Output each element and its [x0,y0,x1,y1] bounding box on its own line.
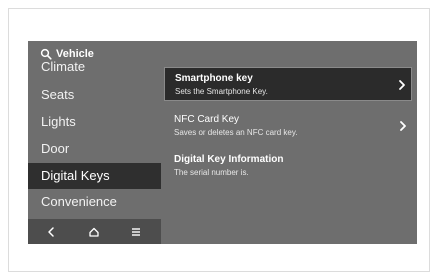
sidebar-item-convenience[interactable]: Convenience [28,189,161,215]
menu-item-subtitle: Saves or deletes an NFC card key. [174,128,298,137]
menu-item-title: Smartphone key [175,73,253,84]
chevron-right-icon [399,80,405,90]
menu-item-subtitle: The serial number is. [174,168,249,177]
sidebar-item-label: Digital Keys [41,168,110,183]
menu-item-title: Digital Key Information [174,154,284,165]
menu-item-title: NFC Card Key [174,114,240,125]
sidebar-item-label: Climate [41,61,86,74]
bottom-nav-bar [28,219,161,244]
sidebar-item-label: Lights [41,114,76,129]
sidebar-item-digital-keys[interactable]: Digital Keys [28,163,161,189]
sidebar-item-label: Door [41,141,70,156]
back-icon[interactable] [44,225,58,239]
page-title: Vehicle [56,48,94,60]
menu-item-smartphone-key[interactable]: Smartphone key Sets the Smartphone Key. [164,67,412,101]
main-panel: Smartphone key Sets the Smartphone Key. … [164,67,414,227]
sidebar-item-door[interactable]: Door [28,136,161,162]
chevron-right-icon [400,121,406,131]
infotainment-screen: Vehicle Climate Seats Lights Door Digita… [28,41,417,244]
sidebar-item-seats[interactable]: Seats [28,82,161,108]
menu-item-nfc-card-key[interactable]: NFC Card Key Saves or deletes an NFC car… [164,109,412,143]
sidebar-item-lights[interactable]: Lights [28,109,161,135]
sidebar-item-label: Seats [41,87,75,102]
sidebar-item-label: Convenience [41,194,117,209]
menu-item-digital-key-information[interactable]: Digital Key Information The serial numbe… [164,149,412,183]
menu-item-subtitle: Sets the Smartphone Key. [175,87,268,96]
menu-icon[interactable] [129,225,143,239]
home-icon[interactable] [87,225,101,239]
sidebar: Climate Seats Lights Door Digital Keys C… [28,61,161,219]
sidebar-item-climate[interactable]: Climate [28,61,161,80]
search-icon[interactable] [40,48,52,60]
